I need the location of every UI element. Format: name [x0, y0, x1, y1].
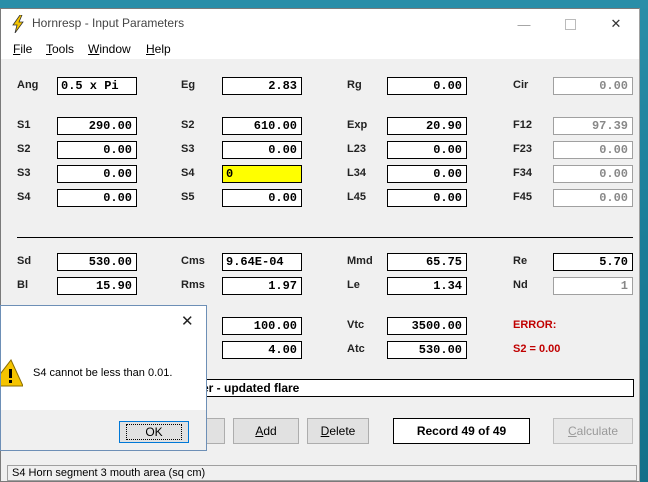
l23-label: L23 [347, 143, 366, 155]
error-title: ERROR: [513, 319, 557, 331]
cir-label: Cir [513, 79, 529, 91]
re-field[interactable]: 5.70 [553, 253, 633, 271]
window-title: Hornresp - Input Parameters [32, 16, 185, 30]
f45-field: 0.00 [553, 189, 633, 207]
atc-label: Atc [347, 343, 365, 355]
s4-label: S4 [181, 167, 195, 179]
sd-label: Sd [17, 255, 32, 267]
le-label: Le [347, 279, 360, 291]
cms-field[interactable]: 9.64E-04 [222, 253, 302, 271]
l34-label: L34 [347, 167, 366, 179]
menu-tools[interactable]: Tools [46, 39, 74, 59]
s3b-field[interactable]: 0.00 [57, 165, 137, 183]
title-bar: Hornresp - Input Parameters — ✕ [1, 9, 639, 39]
rms-field[interactable]: 1.97 [222, 277, 302, 295]
rg-label: Rg [347, 79, 362, 91]
comment-field[interactable]: er - updated flare [197, 379, 634, 397]
status-bar: S4 Horn segment 3 mouth area (sq cm) [7, 465, 637, 481]
s5-field[interactable]: 0.00 [222, 189, 302, 207]
bl-field[interactable]: 15.90 [57, 277, 137, 295]
f34-label: F34 [513, 167, 532, 179]
bl-label: Bl [17, 279, 28, 291]
close-button[interactable]: ✕ [593, 9, 639, 39]
s2b-field[interactable]: 0.00 [57, 141, 137, 159]
nd-field: 1 [553, 277, 633, 295]
l45-label: L45 [347, 191, 366, 203]
s3b-label: S3 [17, 167, 31, 179]
exp-label: Exp [347, 119, 368, 131]
menu-help[interactable]: Help [146, 39, 171, 59]
ok-button[interactable]: OK [119, 421, 189, 443]
partially-hidden-field-2[interactable]: 4.00 [222, 341, 302, 359]
l34-field[interactable]: 0.00 [387, 165, 467, 183]
ang-label: Ang [17, 79, 39, 91]
menu-bar: File Tools Window Help [1, 39, 639, 59]
minimize-button[interactable]: — [501, 9, 547, 39]
error-detail: S2 = 0.00 [513, 343, 561, 355]
nd-label: Nd [513, 279, 528, 291]
cms-label: Cms [181, 255, 205, 267]
mmd-field[interactable]: 65.75 [387, 253, 467, 271]
partially-hidden-field-1[interactable]: 100.00 [222, 317, 302, 335]
warning-icon [1, 359, 23, 387]
l23-field[interactable]: 0.00 [387, 141, 467, 159]
add-button[interactable]: Add [233, 418, 299, 444]
f23-label: F23 [513, 143, 532, 155]
s1-label: S1 [17, 119, 31, 131]
menu-file[interactable]: File [13, 39, 32, 59]
lightning-icon [12, 15, 24, 33]
s4-field[interactable]: 0 [222, 165, 302, 183]
f12-field: 97.39 [553, 117, 633, 135]
eg-field[interactable]: 2.83 [222, 77, 302, 95]
s3-field[interactable]: 0.00 [222, 141, 302, 159]
vtc-field[interactable]: 3500.00 [387, 317, 467, 335]
close-icon: ✕ [610, 16, 622, 31]
rg-field[interactable]: 0.00 [387, 77, 467, 95]
dialog-message: S4 cannot be less than 0.01. [33, 367, 173, 379]
s4b-label: S4 [17, 191, 31, 203]
f23-field: 0.00 [553, 141, 633, 159]
s1-field[interactable]: 290.00 [57, 117, 137, 135]
minimize-icon: — [517, 16, 531, 32]
re-label: Re [513, 255, 528, 267]
f34-field: 0.00 [553, 165, 633, 183]
ang-field[interactable]: 0.5 x Pi [57, 77, 137, 95]
record-indicator: Record 49 of 49 [393, 418, 530, 444]
le-field[interactable]: 1.34 [387, 277, 467, 295]
maximize-button[interactable] [547, 9, 593, 39]
cir-field: 0.00 [553, 77, 633, 95]
s3-label: S3 [181, 143, 195, 155]
f12-label: F12 [513, 119, 532, 131]
calculate-button: Calculate [553, 418, 633, 444]
rms-label: Rms [181, 279, 205, 291]
s2-field[interactable]: 610.00 [222, 117, 302, 135]
l45-field[interactable]: 0.00 [387, 189, 467, 207]
s2-label: S2 [181, 119, 195, 131]
mmd-label: Mmd [347, 255, 373, 267]
exp-field[interactable]: 20.90 [387, 117, 467, 135]
s5-label: S5 [181, 191, 195, 203]
eg-label: Eg [181, 79, 196, 91]
ok-label: OK [126, 424, 182, 440]
menu-window[interactable]: Window [88, 39, 131, 59]
vtc-label: Vtc [347, 319, 365, 331]
s2b-label: S2 [17, 143, 31, 155]
maximize-icon [564, 18, 576, 30]
atc-field[interactable]: 530.00 [387, 341, 467, 359]
s4b-field[interactable]: 0.00 [57, 189, 137, 207]
section-divider [17, 237, 633, 238]
f45-label: F45 [513, 191, 532, 203]
dialog-close-icon[interactable]: ✕ [181, 312, 194, 330]
delete-button[interactable]: Delete [307, 418, 369, 444]
error-dialog: ✕ S4 cannot be less than 0.01. OK [0, 305, 207, 451]
sd-field[interactable]: 530.00 [57, 253, 137, 271]
